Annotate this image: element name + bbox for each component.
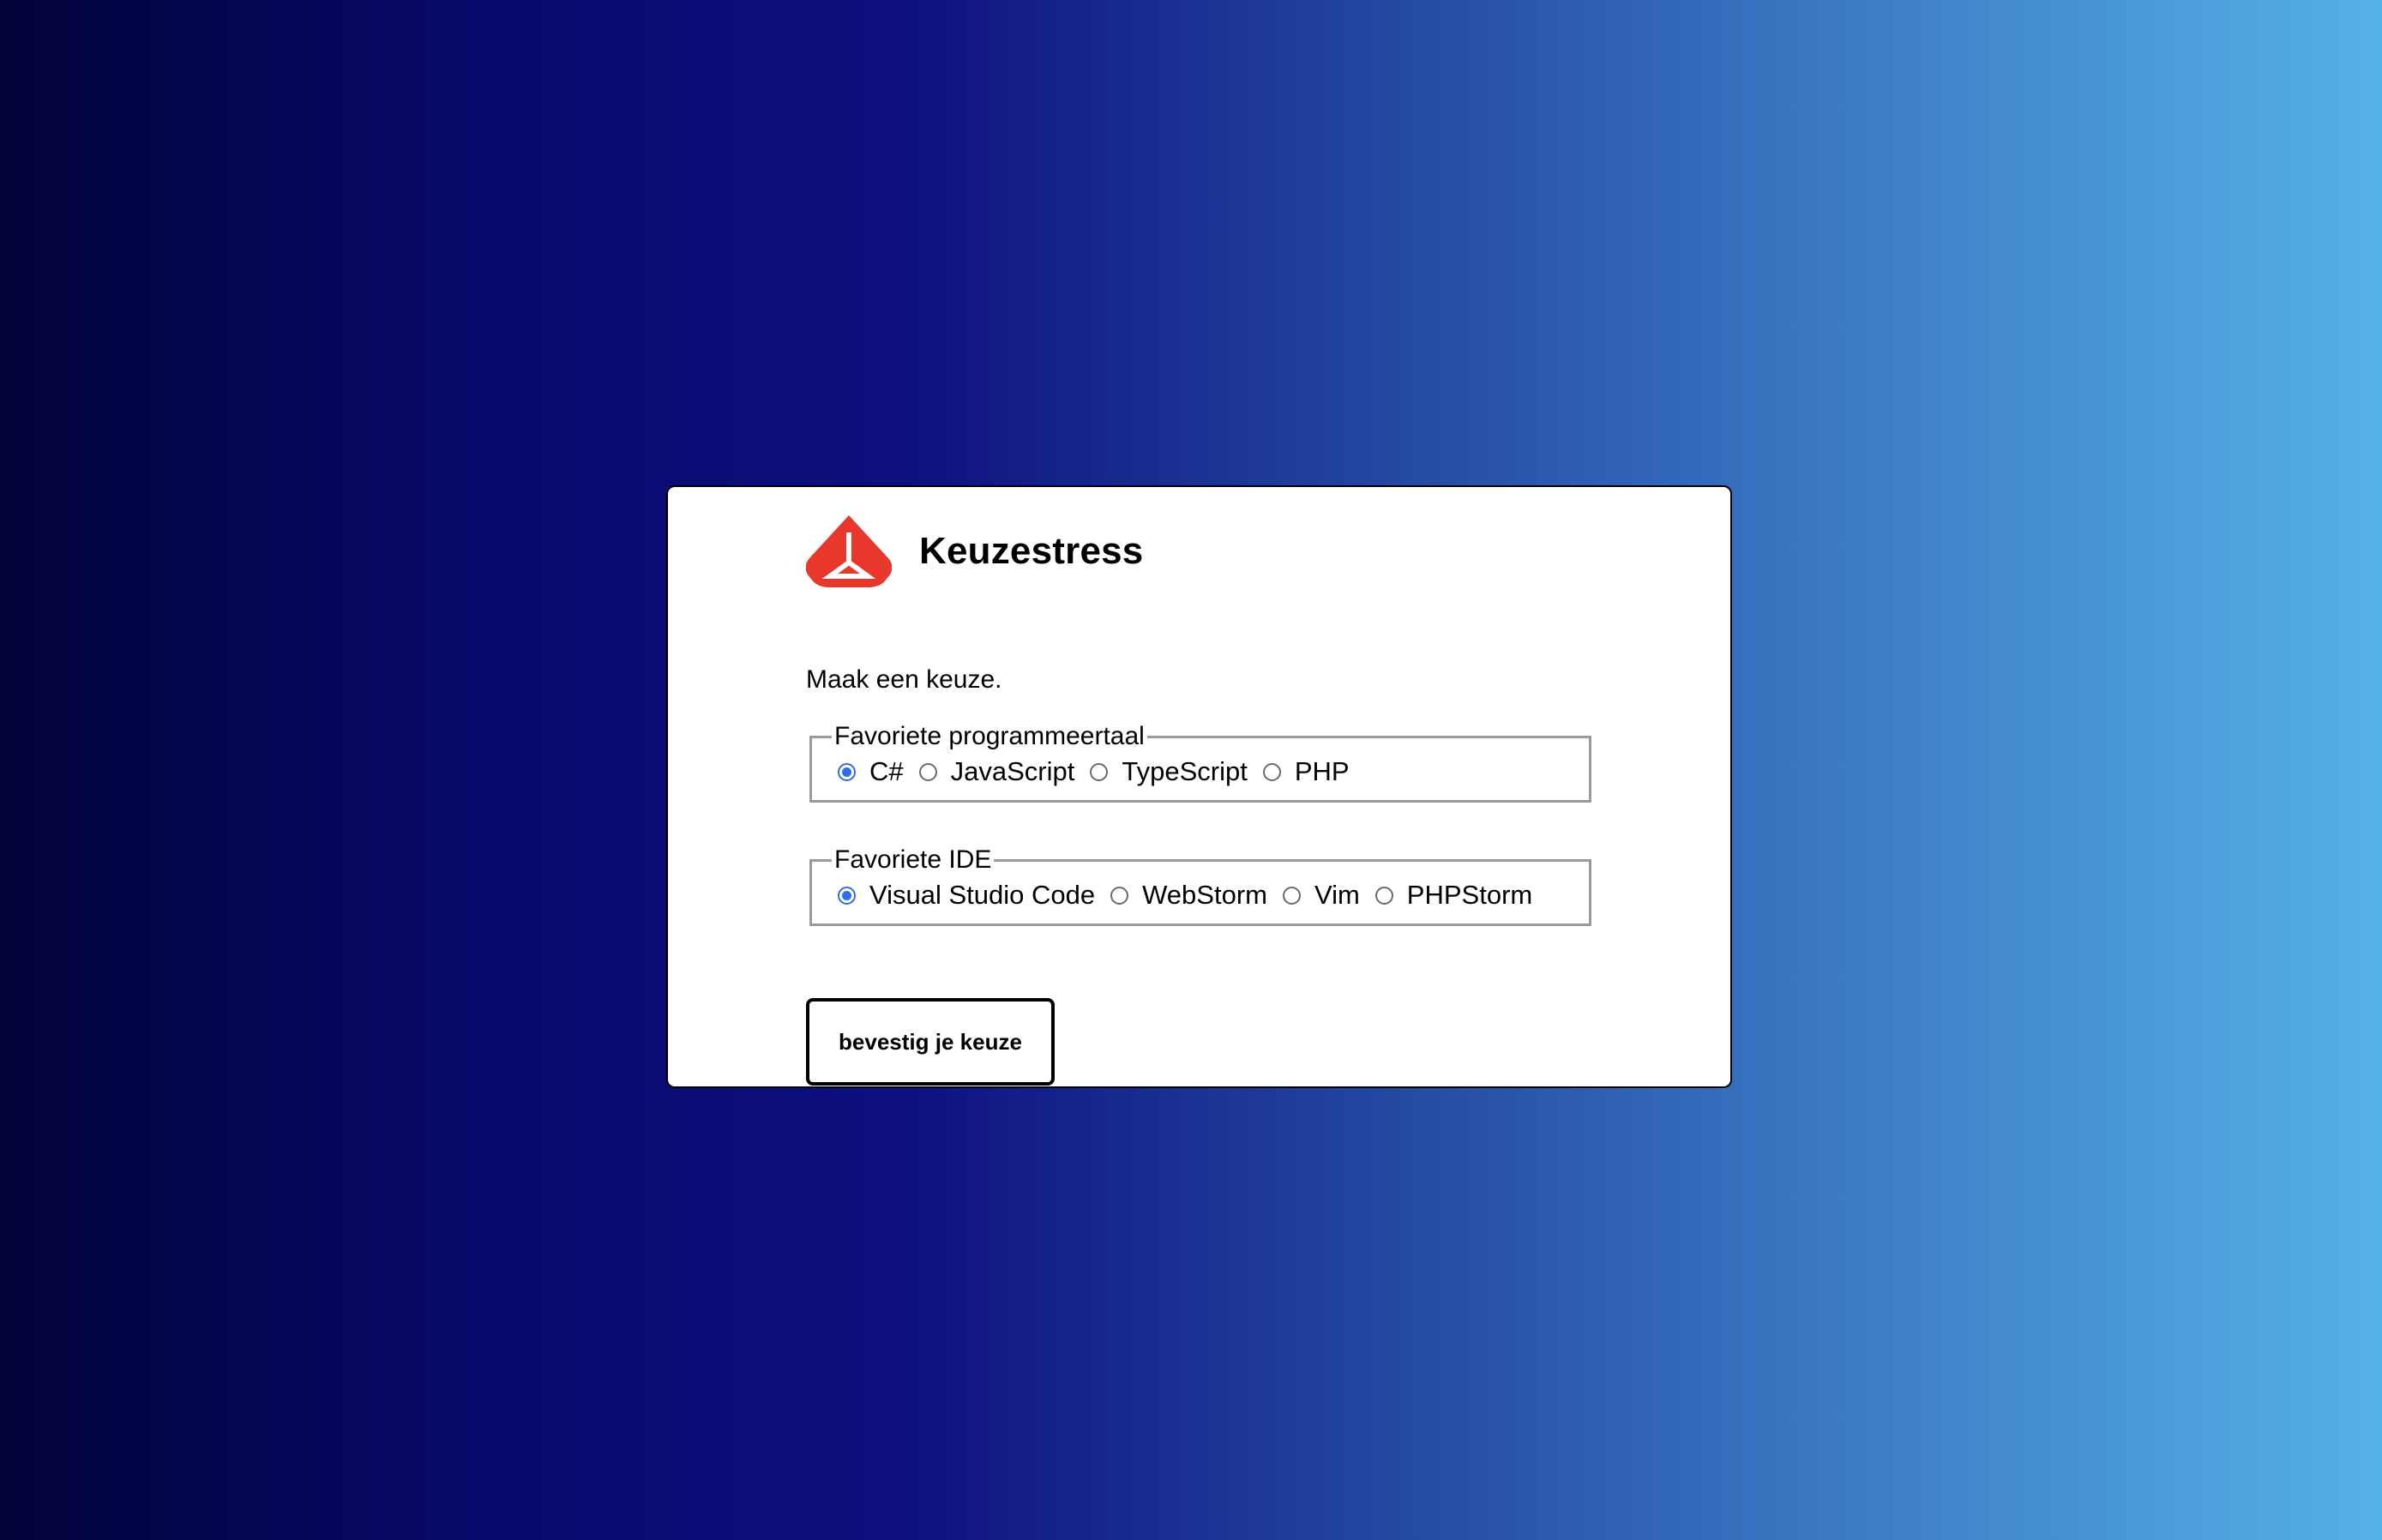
option-label: JavaScript	[950, 756, 1075, 786]
radio-php[interactable]	[1262, 762, 1281, 781]
choice-card: Keuzestress Maak een keuze. Favoriete pr…	[666, 485, 1732, 1088]
page-title: Keuzestress	[919, 530, 1144, 572]
option-vim[interactable]: Vim	[1282, 880, 1360, 911]
option-typescript[interactable]: TypeScript	[1090, 756, 1248, 787]
option-label: PHP	[1294, 756, 1350, 786]
option-label: Vim	[1314, 880, 1360, 910]
option-label: WebStorm	[1142, 880, 1267, 910]
legend-ide: Favoriete IDE	[834, 845, 992, 874]
intro-text: Maak een keuze.	[806, 665, 1002, 694]
option-label: Visual Studio Code	[869, 880, 1096, 910]
legend-programming-language: Favoriete programmeertaal	[834, 722, 1145, 750]
radio-group-ide: Visual Studio Code WebStorm Vim PHPStorm	[838, 876, 1589, 914]
radio-typescript[interactable]	[1090, 762, 1109, 781]
option-label: TypeScript	[1122, 756, 1248, 786]
radio-javascript[interactable]	[918, 762, 937, 781]
radio-csharp[interactable]	[838, 762, 856, 781]
radio-webstorm[interactable]	[1110, 886, 1129, 905]
fieldset-programming-language: Favoriete programmeertaal C# JavaScript …	[809, 722, 1591, 803]
option-visual-studio-code[interactable]: Visual Studio Code	[838, 880, 1095, 911]
radio-visual-studio-code[interactable]	[838, 886, 856, 905]
header: Keuzestress	[806, 513, 1730, 590]
radio-vim[interactable]	[1282, 886, 1301, 905]
radio-phpstorm[interactable]	[1374, 886, 1393, 905]
option-label: C#	[869, 756, 904, 786]
radio-group-programming-language: C# JavaScript TypeScript PHP	[838, 753, 1589, 791]
option-javascript[interactable]: JavaScript	[918, 756, 1075, 787]
option-php[interactable]: PHP	[1262, 756, 1350, 787]
red-triangle-logo-icon	[806, 515, 892, 587]
option-csharp[interactable]: C#	[838, 756, 904, 787]
card-content: Keuzestress Maak een keuze. Favoriete pr…	[806, 513, 1730, 1086]
option-phpstorm[interactable]: PHPStorm	[1374, 880, 1533, 911]
submit-button[interactable]: bevestig je keuze	[806, 998, 1055, 1086]
option-label: PHPStorm	[1406, 880, 1533, 910]
fieldset-ide: Favoriete IDE Visual Studio Code WebStor…	[809, 845, 1591, 926]
option-webstorm[interactable]: WebStorm	[1110, 880, 1267, 911]
